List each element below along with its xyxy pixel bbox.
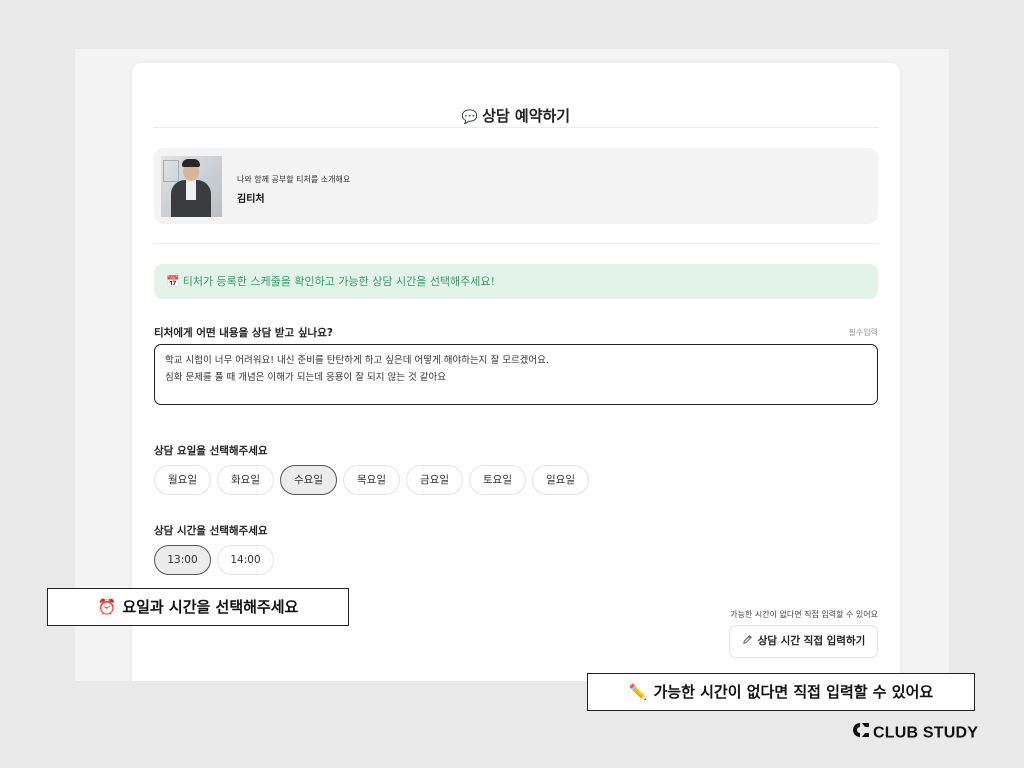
day-option-thu[interactable]: 목요일 [343,465,400,495]
direct-callout: ✏️ 가능한 시간이 없다면 직접 입력할 수 있어요 [587,673,975,711]
pencil-icon [742,626,753,657]
day-option-sat[interactable]: 토요일 [469,465,526,495]
question-label: 티처에게 어떤 내용을 상담 받고 싶나요? [154,327,333,339]
divider [154,127,878,128]
consultation-textarea[interactable]: 학교 시험이 너무 어려워요! 내신 준비를 탄탄하게 하고 싶은데 어떻게 해… [154,344,878,405]
day-label: 상담 요일을 선택해주세요 [154,445,268,457]
day-option-sun[interactable]: 일요일 [532,465,589,495]
direct-callout-text: 가능한 시간이 없다면 직접 입력할 수 있어요 [653,683,934,701]
select-callout-text: 요일과 시간을 선택해주세요 [122,598,299,616]
time-option-1400[interactable]: 14:00 [217,545,274,575]
teacher-avatar [161,156,222,217]
teacher-intro: 나와 함께 공부할 티처를 소개해요 [237,175,351,184]
time-label: 상담 시간을 선택해주세요 [154,525,268,537]
textarea-line: 학교 시험이 너무 어려워요! 내신 준비를 탄탄하게 하고 싶은데 어떻게 해… [165,355,549,366]
page-title-text: 상담 예약하기 [482,107,571,125]
textarea-line: 심화 문제를 풀 때 개념은 이해가 되는데 응용이 잘 되지 않는 것 같아요 [165,372,446,383]
app-screen: 💬 상담 예약하기 나와 함께 공부할 티처를 소개해요 김티처 📅 티처가 등록한… [75,49,949,681]
time-option-1300[interactable]: 13:00 [154,545,211,575]
club-study-logo-icon [852,722,870,745]
direct-input-hint: 가능한 시간이 없다면 직접 입력할 수 있어요 [730,610,878,619]
direct-input-button-label: 상담 시간 직접 입력하기 [757,635,866,647]
required-badge: 필수입력 [848,328,878,337]
select-callout: ⏰ 요일과 시간을 선택해주세요 [47,588,349,626]
divider [154,243,878,244]
day-option-tue[interactable]: 화요일 [217,465,274,495]
schedule-notice: 📅 티처가 등록한 스케줄을 확인하고 가능한 상담 시간을 선택해주세요! [154,264,878,299]
day-option-wed[interactable]: 수요일 [280,465,337,495]
day-option-fri[interactable]: 금요일 [406,465,463,495]
day-option-mon[interactable]: 월요일 [154,465,211,495]
chat-bubble-icon: 💬 [461,110,479,125]
brand-logo: CLUB STUDY [852,722,978,744]
direct-input-button[interactable]: 상담 시간 직접 입력하기 [729,625,878,658]
pencil-icon: ✏️ [628,683,648,701]
page-title: 💬 상담 예약하기 [132,105,900,126]
alarm-clock-icon: ⏰ [97,598,117,616]
teacher-card: 나와 함께 공부할 티처를 소개해요 김티처 [154,148,878,224]
notice-text: 티처가 등록한 스케줄을 확인하고 가능한 상담 시간을 선택해주세요! [182,275,495,288]
calendar-icon: 📅 [166,275,180,288]
brand-name: CLUB STUDY [873,724,979,742]
teacher-name: 김티처 [237,194,265,205]
